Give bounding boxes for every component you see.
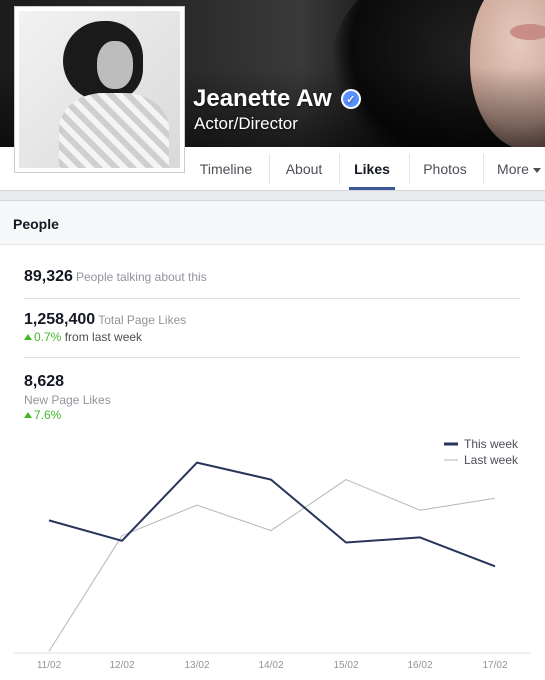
x-tick-label: 15/02 [333, 660, 358, 671]
tab-about[interactable]: About [274, 147, 334, 190]
series-line-last-week [48, 479, 496, 652]
chevron-down-icon [532, 167, 541, 173]
profile-picture[interactable] [14, 6, 185, 173]
legend-label: This week [464, 437, 519, 451]
x-tick-label: 16/02 [407, 660, 432, 671]
page-category: Actor/Director [194, 114, 298, 133]
series-line-this-week [48, 461, 496, 568]
profile-photo [19, 11, 180, 168]
tab-divider [269, 154, 270, 184]
tab-divider [339, 154, 340, 184]
profile-body [59, 93, 169, 168]
x-tick-label: 14/02 [258, 660, 283, 671]
tab-more[interactable]: More [490, 147, 545, 190]
tab-timeline[interactable]: Timeline [188, 147, 264, 190]
page-name[interactable]: Jeanette Aw ✓ [193, 85, 361, 113]
x-tick-label: 11/02 [37, 660, 62, 671]
chart-legend: This week Last week [444, 437, 519, 467]
x-tick-label: 17/02 [482, 660, 507, 671]
tab-more-label: More [497, 161, 529, 177]
cover-lips [510, 24, 545, 40]
x-tick-label: 13/02 [184, 660, 209, 671]
tab-likes[interactable]: Likes [349, 147, 395, 190]
verified-badge-icon: ✓ [340, 89, 361, 109]
new-likes-chart: This week Last week 11/02 12/02 13/02 14/02 1… [14, 437, 531, 671]
legend-label: Last week [464, 453, 519, 467]
people-card: People 89,326 People talking about this 1… [0, 200, 545, 680]
tab-photos[interactable]: Photos [416, 147, 474, 190]
x-tick-label: 12/02 [109, 660, 134, 671]
page-name-text[interactable]: Jeanette Aw [193, 85, 332, 113]
profile-face [97, 41, 133, 89]
tab-divider [483, 154, 484, 184]
tab-divider [409, 154, 410, 184]
